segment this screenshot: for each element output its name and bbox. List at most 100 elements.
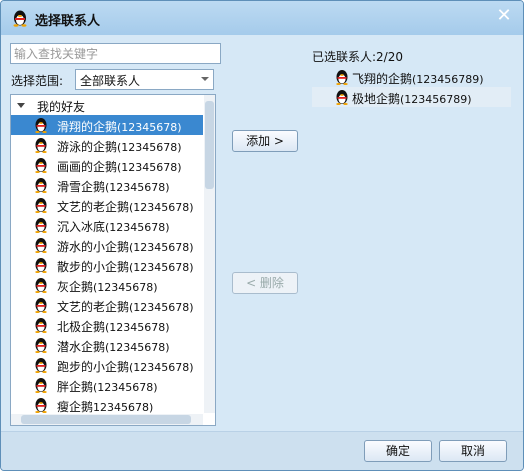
contact-label: 胖企鹅(12345678)	[57, 378, 158, 395]
contact-name: 极地企鹅	[352, 92, 401, 106]
range-selected-value: 全部联系人	[80, 74, 141, 88]
horizontal-scrollbar[interactable]	[11, 414, 203, 425]
contact-name: 灰企鹅	[57, 280, 94, 294]
contact-item[interactable]: 跑步的小企鹅(12345678)	[11, 355, 203, 375]
contact-item[interactable]: 沉入冰底(12345678)	[11, 215, 203, 235]
group-my-friends[interactable]: 我的好友	[11, 97, 201, 115]
penguin-avatar-icon	[35, 158, 47, 173]
contact-number: (123456789)	[412, 73, 484, 86]
add-button[interactable]: 添加 >	[232, 130, 298, 152]
selected-contact-label: 极地企鹅(123456789)	[352, 90, 472, 107]
contact-name: 北极企鹅	[57, 320, 106, 334]
penguin-avatar-icon	[35, 318, 47, 333]
contact-number: (12345678)	[117, 141, 182, 154]
contact-number: (12345678)	[129, 241, 194, 254]
penguin-avatar-icon	[35, 298, 47, 313]
title-bar: 选择联系人 ✕	[1, 1, 523, 35]
penguin-avatar-icon	[35, 118, 47, 133]
contact-name: 沉入冰底	[57, 220, 106, 234]
penguin-avatar-icon	[336, 90, 348, 105]
penguin-avatar-icon	[35, 258, 47, 273]
contact-item[interactable]: 潜水企鹅(12345678)	[11, 335, 203, 355]
contact-name: 散步的小企鹅	[57, 260, 130, 274]
penguin-avatar-icon	[35, 338, 47, 353]
contact-number: (12345678)	[129, 301, 194, 314]
contact-item[interactable]: 画画的企鹅(12345678)	[11, 155, 203, 175]
contact-item[interactable]: 滑雪企鹅(12345678)	[11, 175, 203, 195]
contact-item[interactable]: 散步的小企鹅(12345678)	[11, 255, 203, 275]
contact-label: 滑雪企鹅(12345678)	[57, 178, 170, 195]
contact-label: 滑翔的企鹅(12345678)	[57, 118, 182, 135]
vertical-scrollbar[interactable]	[204, 95, 215, 413]
contact-list: 滑翔的企鹅(12345678) 游泳的企鹅(12345678) 画画的企鹅(1234…	[11, 115, 203, 415]
penguin-avatar-icon	[35, 398, 47, 413]
contact-number: (123456789)	[400, 93, 472, 106]
search-input[interactable]	[10, 43, 221, 64]
selected-contact-item[interactable]: 飞翔的企鹅(123456789)	[312, 67, 511, 87]
scrollbar-thumb[interactable]	[21, 415, 191, 424]
contact-name: 胖企鹅	[57, 380, 94, 394]
chevron-down-icon	[201, 77, 209, 81]
delete-button[interactable]: < 删除	[232, 272, 298, 294]
contact-number: (12345678)	[105, 181, 170, 194]
contact-item[interactable]: 游水的小企鹅(12345678)	[11, 235, 203, 255]
selected-count-label: 已选联系人:2/20	[312, 50, 403, 64]
close-icon[interactable]: ✕	[495, 7, 513, 25]
contact-label: 北极企鹅(12345678)	[57, 318, 170, 335]
penguin-avatar-icon	[35, 178, 47, 193]
contact-item[interactable]: 文艺的老企鹅(12345678)	[11, 295, 203, 315]
ok-button[interactable]: 确定	[364, 440, 432, 462]
selected-contact-label: 飞翔的企鹅(123456789)	[352, 70, 484, 87]
contact-name: 滑翔的企鹅	[57, 120, 118, 134]
contact-name: 瘦企鹅	[57, 400, 94, 414]
contact-label: 沉入冰底(12345678)	[57, 218, 170, 235]
contact-number: (12345678)	[105, 221, 170, 234]
expand-triangle-icon[interactable]	[17, 103, 25, 108]
group-label: 我的好友	[37, 100, 86, 114]
contact-number: (12345678)	[117, 161, 182, 174]
penguin-avatar-icon	[35, 138, 47, 153]
contact-label: 文艺的老企鹅(12345678)	[57, 198, 194, 215]
scrollbar-thumb[interactable]	[205, 101, 214, 189]
contact-item[interactable]: 滑翔的企鹅(12345678)	[11, 115, 203, 135]
penguin-avatar-icon	[35, 238, 47, 253]
contact-item[interactable]: 胖企鹅(12345678)	[11, 375, 203, 395]
contact-number: (12345678)	[93, 381, 158, 394]
selected-contact-item[interactable]: 极地企鹅(123456789)	[312, 87, 511, 107]
contact-number: (12345678)	[117, 121, 182, 134]
selected-contacts-list: 飞翔的企鹅(123456789) 极地企鹅(123456789)	[312, 67, 511, 107]
contact-label: 潜水企鹅(12345678)	[57, 338, 170, 355]
contact-item[interactable]: 灰企鹅(12345678)	[11, 275, 203, 295]
contact-number: (12345678)	[93, 281, 158, 294]
select-contacts-dialog: 选择联系人 ✕ 选择范围: 全部联系人 我的好友 滑翔的企鹅(12345678)…	[0, 0, 524, 471]
range-label: 选择范围:	[11, 74, 64, 88]
contact-number: (12345678)	[129, 361, 194, 374]
contact-label: 画画的企鹅(12345678)	[57, 158, 182, 175]
contact-tree: 我的好友 滑翔的企鹅(12345678) 游泳的企鹅(12345678) 画画的企鹅…	[10, 94, 216, 426]
contact-item[interactable]: 瘦企鹅12345678)	[11, 395, 203, 415]
contact-item[interactable]: 北极企鹅(12345678)	[11, 315, 203, 335]
contact-name: 画画的企鹅	[57, 160, 118, 174]
penguin-avatar-icon	[35, 378, 47, 393]
cancel-button[interactable]: 取消	[439, 440, 507, 462]
contact-number: (12345678)	[129, 261, 194, 274]
penguin-avatar-icon	[35, 278, 47, 293]
contact-label: 游水的小企鹅(12345678)	[57, 238, 194, 255]
contact-number: 12345678)	[93, 401, 154, 414]
dialog-title: 选择联系人	[35, 14, 101, 29]
range-dropdown[interactable]: 全部联系人	[75, 69, 214, 90]
contact-number: (12345678)	[129, 201, 194, 214]
contact-item[interactable]: 文艺的老企鹅(12345678)	[11, 195, 203, 215]
contact-label: 游泳的企鹅(12345678)	[57, 138, 182, 155]
contact-name: 跑步的小企鹅	[57, 360, 130, 374]
contact-number: (12345678)	[105, 341, 170, 354]
contact-name: 文艺的老企鹅	[57, 300, 130, 314]
contact-name: 文艺的老企鹅	[57, 200, 130, 214]
contact-item[interactable]: 游泳的企鹅(12345678)	[11, 135, 203, 155]
contact-label: 文艺的老企鹅(12345678)	[57, 298, 194, 315]
contact-name: 飞翔的企鹅	[352, 72, 413, 86]
penguin-avatar-icon	[336, 70, 348, 85]
contact-name: 潜水企鹅	[57, 340, 106, 354]
contact-name: 游水的小企鹅	[57, 240, 130, 254]
contact-label: 散步的小企鹅(12345678)	[57, 258, 194, 275]
